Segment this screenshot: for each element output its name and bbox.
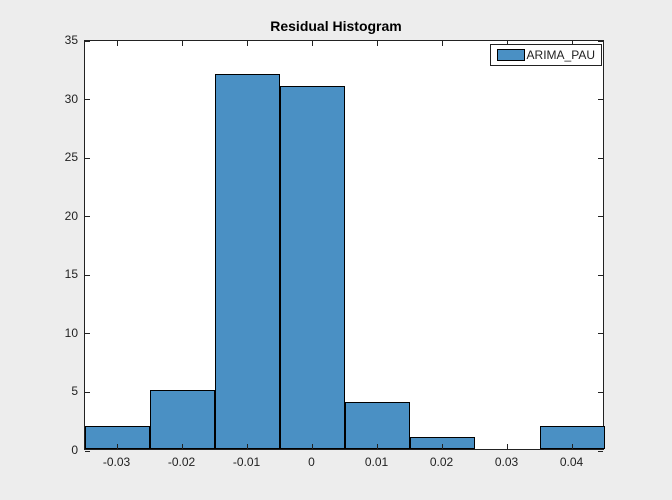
legend-label: ARIMA_PAU: [527, 48, 595, 62]
x-tick: [247, 41, 248, 46]
chart-title: Residual Histogram: [0, 18, 672, 34]
y-tick-label: 15: [38, 267, 78, 281]
y-tick-label: 5: [38, 384, 78, 398]
x-tick: [117, 444, 118, 449]
y-tick-label: 10: [38, 326, 78, 340]
x-tick: [312, 444, 313, 449]
y-tick: [85, 216, 90, 217]
y-tick-label: 25: [38, 150, 78, 164]
x-tick-label: -0.02: [168, 455, 195, 469]
x-tick: [117, 41, 118, 46]
y-tick: [85, 333, 90, 334]
legend-entry: ARIMA_PAU: [497, 48, 595, 62]
x-tick-label: 0: [308, 455, 315, 469]
y-tick: [598, 158, 603, 159]
x-tick: [182, 41, 183, 46]
legend-swatch: [497, 49, 525, 61]
histogram-bar: [150, 390, 215, 449]
x-tick-label: -0.01: [233, 455, 260, 469]
x-tick: [377, 444, 378, 449]
y-tick-label: 30: [38, 92, 78, 106]
histogram-bar: [280, 86, 345, 449]
x-tick-label: 0.03: [495, 455, 518, 469]
y-tick-label: 20: [38, 209, 78, 223]
x-tick: [312, 41, 313, 46]
histogram-bar: [215, 74, 280, 449]
y-tick: [598, 275, 603, 276]
y-tick: [598, 333, 603, 334]
x-tick: [442, 41, 443, 46]
y-tick: [598, 99, 603, 100]
x-tick: [247, 444, 248, 449]
y-tick: [85, 392, 90, 393]
axes: [84, 40, 604, 450]
y-tick: [85, 158, 90, 159]
y-tick: [85, 41, 90, 42]
x-tick-label: 0.04: [560, 455, 583, 469]
y-tick: [598, 41, 603, 42]
x-tick: [442, 444, 443, 449]
legend: ARIMA_PAU: [490, 44, 602, 66]
x-tick-label: 0.01: [365, 455, 388, 469]
y-tick: [598, 392, 603, 393]
y-tick: [85, 275, 90, 276]
y-tick: [85, 99, 90, 100]
x-tick: [377, 41, 378, 46]
y-tick-label: 35: [38, 33, 78, 47]
x-tick-label: 0.02: [430, 455, 453, 469]
y-tick-label: 0: [38, 443, 78, 457]
figure: Residual Histogram ARIMA_PAU 0 5 10 15 20 25 3…: [0, 0, 672, 500]
x-tick: [507, 444, 508, 449]
y-tick: [598, 216, 603, 217]
x-tick: [572, 444, 573, 449]
x-tick-label: -0.03: [103, 455, 130, 469]
y-tick: [598, 451, 603, 452]
histogram-bar: [345, 402, 410, 449]
y-tick: [85, 451, 90, 452]
x-tick: [182, 444, 183, 449]
